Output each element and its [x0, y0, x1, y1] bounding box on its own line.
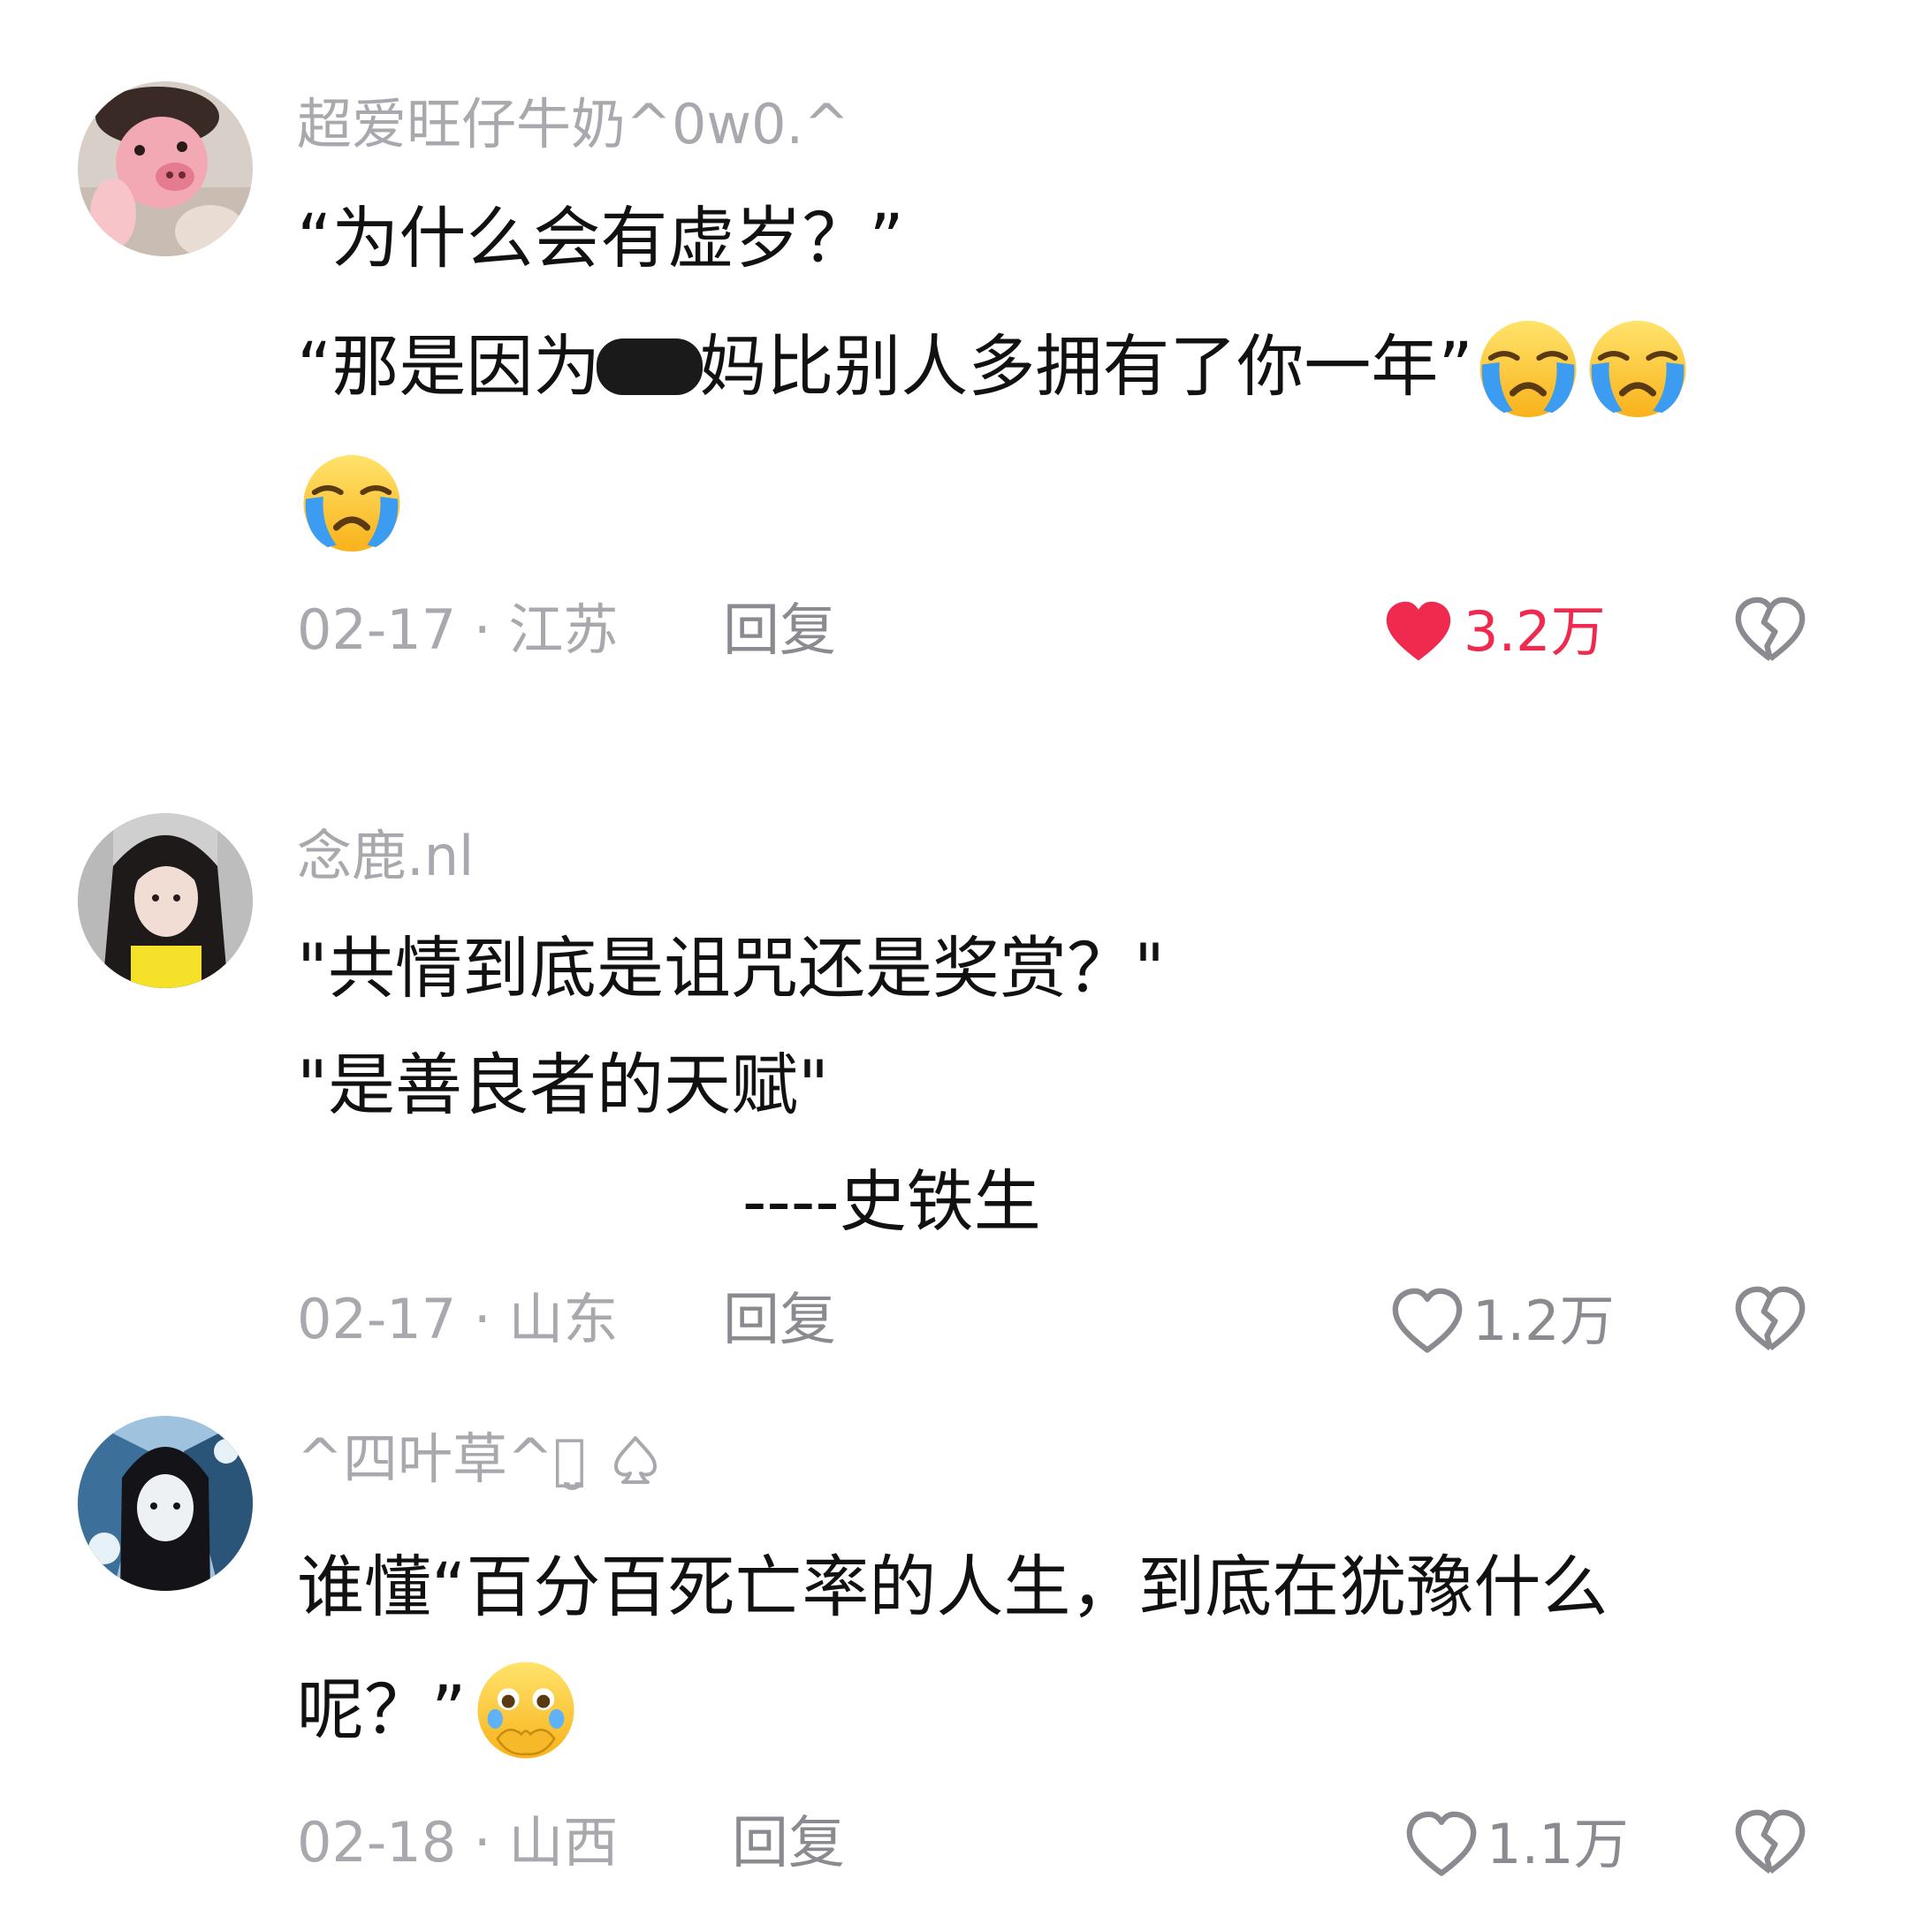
username-text: ^四叶草^ꪔ̤̮: [297, 1426, 587, 1491]
face-holding-back-tears-icon: [471, 1655, 581, 1765]
comment-text-line: “为什么会有虚岁？”: [297, 199, 904, 278]
comment-meta: 02-17 · 江苏: [297, 603, 618, 658]
comment-emoji-line: [297, 446, 1799, 556]
loudly-crying-face-icon: [1473, 312, 1583, 422]
broken-heart-icon: [1730, 590, 1810, 670]
like-button[interactable]: 1.1万: [1402, 1805, 1629, 1884]
username[interactable]: 念鹿.nl: [297, 829, 474, 884]
reply-button[interactable]: 回复: [723, 1292, 836, 1349]
meta-separator: ·: [473, 1287, 509, 1351]
like-count: 1.1万: [1487, 1812, 1629, 1876]
dislike-button[interactable]: [1730, 1280, 1810, 1359]
comment-date: 02-17: [297, 1287, 457, 1351]
heart-filled-icon: [1379, 592, 1458, 672]
avatar[interactable]: [78, 813, 253, 988]
comment-text-line: 呢？”: [297, 1653, 1799, 1768]
broken-heart-icon: [1730, 1280, 1810, 1359]
spade-icon: [609, 1433, 662, 1486]
username[interactable]: ^四叶草^ꪔ̤̮: [297, 1432, 662, 1487]
comment-date: 02-18: [297, 1810, 457, 1875]
comment-location: 江苏: [508, 597, 619, 662]
avatar[interactable]: [78, 81, 253, 256]
meta-separator: ·: [473, 1810, 509, 1875]
reply-button[interactable]: 回复: [732, 1815, 845, 1872]
comment-location: 山西: [508, 1810, 619, 1875]
like-count: 3.2万: [1464, 599, 1606, 664]
comment-location: 山东: [508, 1287, 619, 1351]
comment-text-fragment: 妈比别人多拥有了你一年”: [699, 327, 1473, 406]
dislike-button[interactable]: [1730, 1803, 1810, 1883]
comment-meta: 02-17 · 山东: [297, 1292, 618, 1347]
loudly-crying-face-icon: [297, 446, 407, 556]
comment-text-line: “那是因为 妈比别人多拥有了你一年”: [297, 309, 1799, 424]
broken-heart-icon: [1730, 1803, 1810, 1883]
like-button[interactable]: 3.2万: [1379, 592, 1606, 672]
loudly-crying-face-icon: [1583, 312, 1692, 422]
username[interactable]: 超爱旺仔牛奶^0w0.^: [297, 97, 849, 152]
heart-outline-icon: [1402, 1805, 1481, 1884]
heart-outline-icon: [1388, 1282, 1467, 1361]
comment-text-line: 谁懂“百分百死亡率的人生，到底在犹豫什么: [297, 1548, 1609, 1626]
dislike-button[interactable]: [1730, 590, 1810, 670]
comment-date: 02-17: [297, 597, 457, 662]
comment-text-fragment: 呢？”: [297, 1670, 467, 1749]
avatar[interactable]: [78, 1416, 253, 1591]
reply-button[interactable]: 回复: [723, 603, 836, 659]
meta-separator: ·: [473, 597, 509, 662]
like-count: 1.2万: [1472, 1289, 1615, 1353]
comment-text-line: "是善良者的天赋": [297, 1046, 829, 1124]
redaction-scribble: [597, 338, 704, 395]
comment-meta: 02-18 · 山西: [297, 1815, 618, 1870]
like-button[interactable]: 1.2万: [1388, 1282, 1615, 1361]
comment-attribution: ----史铁生: [742, 1162, 1041, 1241]
comment-text-line: "共情到底是诅咒还是奖赏？": [297, 929, 1165, 1008]
comment-text-fragment: “那是因为: [297, 327, 601, 406]
